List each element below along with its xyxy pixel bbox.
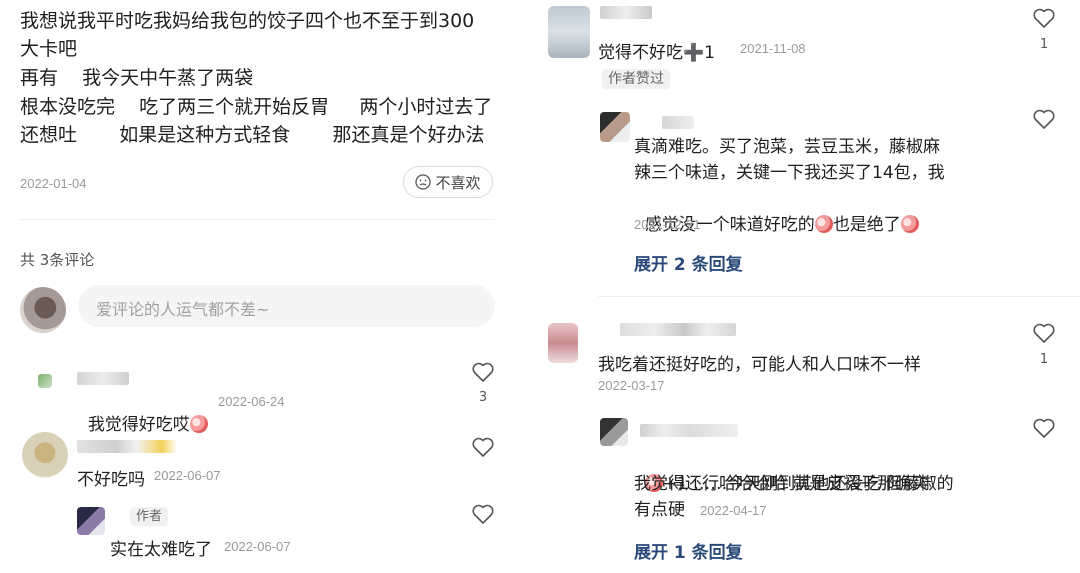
comment-avatar	[22, 432, 68, 478]
post-divider	[20, 219, 495, 220]
dislike-label: 不喜欢	[435, 173, 481, 192]
commenter-name-blurred	[77, 372, 129, 385]
comment-text: 觉得不好吃➕1	[598, 43, 715, 63]
comment-date: 2022-03-17	[598, 378, 665, 393]
reply-avatar	[600, 112, 630, 142]
author-tag: 作者	[130, 507, 169, 526]
heart-icon[interactable]	[1032, 417, 1056, 439]
comment-input-placeholder: 爱评论的人运气都不差~	[96, 300, 270, 319]
comment-text-value: 我觉得好吃哎	[87, 415, 190, 435]
heart-icon[interactable]	[471, 361, 495, 383]
expand-replies-link[interactable]: 展开 1 条回复	[634, 538, 743, 563]
comment-input[interactable]: 爱评论的人运气都不差~	[78, 285, 495, 327]
heart-icon[interactable]	[1032, 108, 1056, 130]
reply-text: 实在太难吃了	[110, 540, 212, 560]
heart-icon[interactable]	[471, 503, 495, 525]
post-line-3: 再有 我今天中午蒸了两袋	[20, 67, 254, 89]
reply-date: 2022-04-17	[700, 503, 767, 518]
reply-line-2: 辣三个味道，关键一下我还买了14包，我	[634, 163, 945, 183]
comment-date: 2022-06-07	[154, 468, 221, 483]
replier-name-blurred	[662, 116, 694, 129]
replier-name-blurred	[640, 424, 738, 437]
emoji-icon	[814, 215, 833, 233]
commenter-name-blurred	[620, 323, 736, 336]
emoji-icon	[900, 215, 919, 233]
reply-line-3: 有点硬	[634, 500, 685, 520]
reply-author-tag: 作者	[130, 505, 169, 526]
reply-avatar	[77, 507, 105, 535]
comment-text: 不好吃吗	[77, 470, 145, 490]
comment-text: 我觉得好吃哎	[77, 390, 208, 435]
post-line-4: 根本没吃完 吃了两三个就开始反胃 两个小时过去了	[20, 96, 493, 118]
emoji-icon	[189, 415, 208, 433]
like-count: 1	[1039, 352, 1049, 367]
reply-line-1: 真滴难吃。买了泡菜，芸豆玉米，藤椒麻	[634, 137, 940, 157]
comment-avatar	[548, 6, 590, 58]
comment-text: 我吃着还挺好吃的，可能人和人口味不一样	[598, 355, 921, 375]
like-count: 3	[478, 390, 488, 405]
reply-line-3-b: 也是绝了	[832, 215, 901, 235]
comment-divider	[598, 296, 1080, 297]
post-line-5: 还想吐 如果是这种方式轻食 那还真是个好办法	[20, 124, 485, 146]
smiley-icon	[415, 174, 432, 190]
reply-avatar	[600, 418, 628, 446]
comment-date: 2022-06-24	[218, 394, 285, 409]
reply-date: 2022-06-07	[224, 539, 291, 554]
commenter-name-blurred	[77, 440, 177, 453]
commenter-name-blurred	[600, 6, 652, 19]
post-line-2: 大卡吧	[20, 38, 78, 60]
comments-count: 共 3条评论	[20, 251, 95, 269]
comment-date: 2021-11-08	[740, 41, 806, 56]
current-user-avatar	[20, 287, 66, 333]
comment-avatar	[38, 374, 52, 388]
heart-icon[interactable]	[1032, 322, 1056, 344]
heart-icon[interactable]	[471, 436, 495, 458]
comment-avatar	[548, 323, 578, 363]
reply-line-2: 我觉得还行哈哈哈哈 就是皮褶子那确实	[634, 474, 929, 494]
post-date: 2022-01-04	[20, 176, 87, 191]
reply-date: 2021-12-21	[634, 217, 701, 232]
author-liked-badge: 作者赞过	[602, 68, 670, 89]
expand-replies-link[interactable]: 展开 2 条回复	[634, 250, 743, 275]
author-liked-tag: 作者赞过	[602, 69, 670, 89]
post-line-1: 我想说我平时吃我妈给我包的饺子四个也不至于到300	[20, 10, 475, 32]
heart-icon[interactable]	[1032, 7, 1056, 29]
like-count: 1	[1039, 37, 1049, 52]
dislike-button[interactable]: 不喜欢	[403, 166, 493, 198]
